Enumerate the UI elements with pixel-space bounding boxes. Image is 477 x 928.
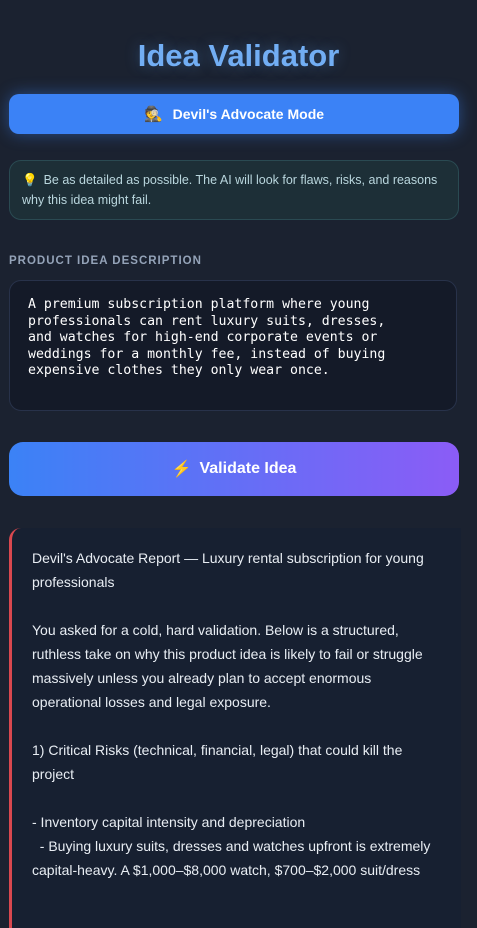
lightbulb-icon: 💡 [22, 173, 38, 187]
devils-advocate-mode-label: Devil's Advocate Mode [172, 106, 325, 122]
detective-icon: 🕵 [143, 106, 163, 123]
report-bullet: - Inventory capital intensity and deprec… [32, 814, 306, 830]
devils-advocate-mode-button[interactable]: 🕵 Devil's Advocate Mode [9, 94, 459, 134]
lightning-icon: ⚡ [171, 461, 192, 478]
validate-idea-button[interactable]: ⚡ Validate Idea [9, 442, 459, 496]
report-heading: Devil's Advocate Report — Luxury rental … [32, 550, 424, 590]
devils-advocate-report: Devil's Advocate Report — Luxury rental … [9, 528, 461, 928]
tip-box: 💡 Be as detailed as possible. The AI will… [9, 160, 459, 220]
page-title: Idea Validator [137, 38, 340, 73]
report-section-title: 1) Critical Risks (technical, financial,… [32, 742, 403, 782]
report-bullet-detail: - Buying luxury suits, dresses and watch… [32, 838, 435, 878]
product-idea-textarea[interactable]: A premium subscription platform where yo… [9, 280, 457, 411]
tip-text: Be as detailed as possible. The AI will … [22, 173, 438, 207]
validate-idea-label: Validate Idea [199, 460, 297, 477]
report-intro: You asked for a cold, hard validation. B… [32, 622, 423, 710]
product-idea-label: PRODUCT IDEA DESCRIPTION [9, 255, 202, 267]
